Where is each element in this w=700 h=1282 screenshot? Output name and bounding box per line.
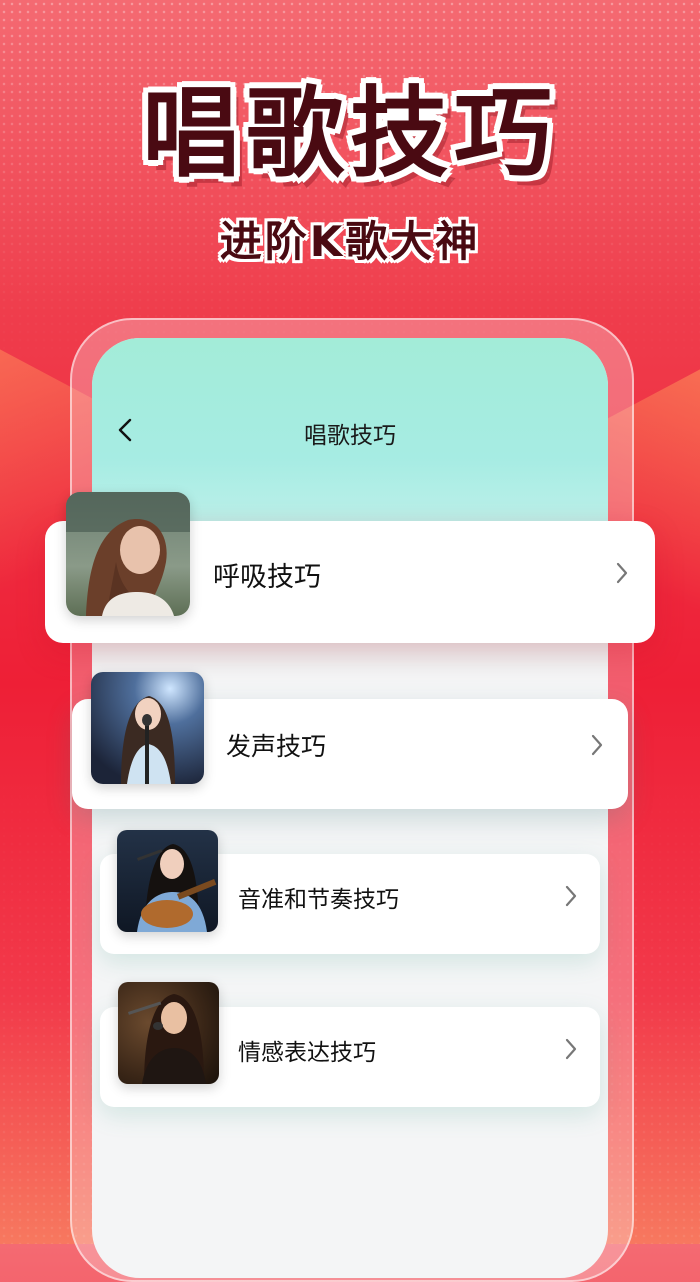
promo-title: 唱歌技巧 <box>141 77 558 191</box>
skill-thumbnail-pitch-rhythm <box>117 830 218 932</box>
chevron-right-icon <box>565 1038 577 1060</box>
skill-thumbnail-breathing <box>66 492 190 616</box>
app-header: 唱歌技巧 <box>92 408 608 452</box>
skill-item-label: 发声技巧 <box>226 732 327 761</box>
skill-item-label: 呼吸技巧 <box>213 562 321 593</box>
skill-thumbnail-emotional-expression <box>118 982 219 1084</box>
skill-item-label: 音准和节奏技巧 <box>238 887 399 913</box>
promo-subtitle: 进阶K歌大神 <box>219 217 481 266</box>
skill-thumbnail-vocalization <box>91 672 204 784</box>
chevron-right-icon <box>616 562 628 584</box>
chevron-right-icon <box>591 734 603 756</box>
page-title: 唱歌技巧 <box>304 423 396 449</box>
chevron-right-icon <box>565 885 577 907</box>
skill-item-label: 情感表达技巧 <box>238 1040 376 1066</box>
